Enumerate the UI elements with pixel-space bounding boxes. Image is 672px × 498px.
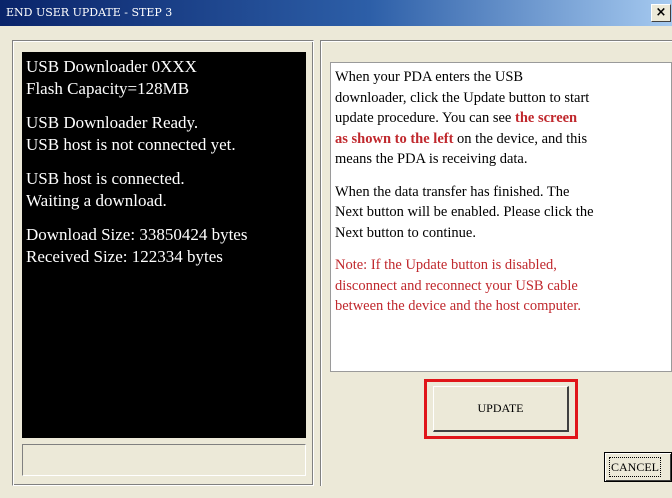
window-title: END USER UPDATE - STEP 3 [6,6,173,19]
emphasis-text: the screen [514,110,578,126]
update-dialog-window: END USER UPDATE - STEP 3 × USB Downloade… [0,0,672,498]
console-line-waiting: Waiting a download. [26,191,167,210]
emphasis-text-cont: as shown to the left [335,130,454,147]
console-line-flash: Flash Capacity=128MB [26,79,190,98]
console-line-connected: USB host is connected. [26,169,185,188]
instructions-text-box: When your PDA enters the USB downloader,… [330,62,672,372]
left-status-bar [22,444,306,476]
update-button[interactable]: UPDATE [433,386,569,432]
instruction-paragraph-1: When your PDA enters the USB downloader,… [335,69,590,167]
instruction-paragraph-2: When the data transfer has finished. The… [335,183,594,241]
title-bar: END USER UPDATE - STEP 3 × [0,0,672,26]
cancel-button[interactable]: CANCEL [604,452,672,482]
close-button[interactable]: × [651,4,671,22]
console-line-received-size: Received Size: 122334 bytes [26,247,223,266]
close-icon: × [655,5,667,20]
console-line-device: USB Downloader 0XXX [26,57,197,76]
console-line-ready: USB Downloader Ready. [26,113,199,132]
instruction-note: Note: If the Update button is disabled, … [335,257,582,314]
console-line-not-connected: USB host is not connected yet. [26,135,236,154]
device-console: USB Downloader 0XXX Flash Capacity=128MB… [22,52,306,438]
cancel-button-label: CANCEL [609,457,661,477]
console-line-download-size: Download Size: 33850424 bytes [26,225,248,244]
